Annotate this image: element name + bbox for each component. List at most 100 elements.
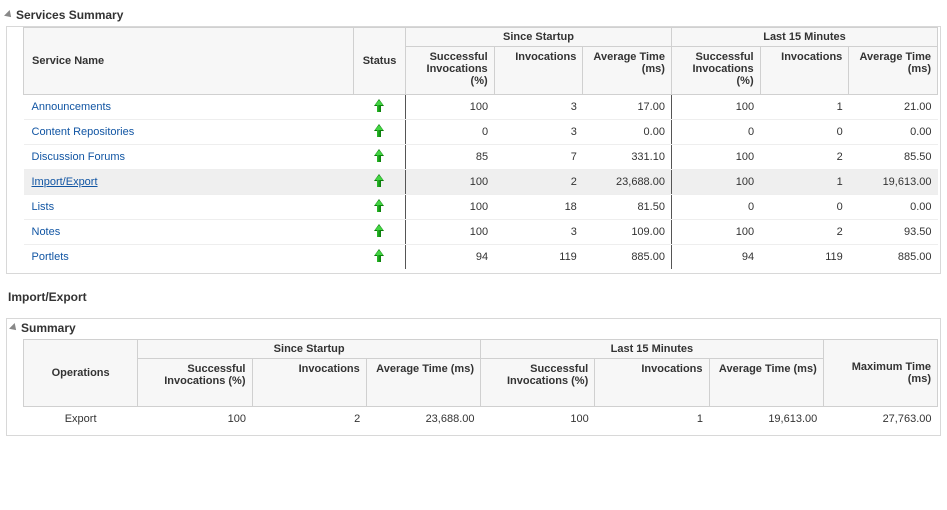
service-link[interactable]: Lists	[32, 201, 55, 213]
col-startup-success-pct: Successful Invocations (%)	[406, 47, 495, 95]
startup-avg-time: 109.00	[583, 220, 672, 245]
startup-invocations: 18	[494, 195, 583, 220]
startup-invocations: 3	[494, 120, 583, 145]
last15-invocations: 0	[760, 195, 849, 220]
col-last15-success-pct: Successful Invocations (%)	[481, 359, 595, 407]
startup-invocations: 2	[494, 170, 583, 195]
last15-avg-time: 19,613.00	[849, 170, 938, 195]
col-last15-success-pct: Successful Invocations (%)	[671, 47, 760, 95]
table-row[interactable]: Export100223,688.00100119,613.0027,763.0…	[24, 407, 938, 432]
last15-success-pct: 0	[671, 120, 760, 145]
startup-success-pct: 0	[406, 120, 495, 145]
startup-invocations: 2	[252, 407, 366, 432]
startup-avg-time: 0.00	[583, 120, 672, 145]
services-summary-panel: Service Name Status Since Startup Last 1…	[6, 26, 941, 274]
last15-invocations: 1	[760, 95, 849, 120]
col-group-last15: Last 15 Minutes	[481, 340, 824, 359]
detail-table: Operations Since Startup Last 15 Minutes…	[23, 339, 938, 431]
last15-avg-time: 19,613.00	[709, 407, 823, 432]
service-link[interactable]: Notes	[32, 226, 61, 238]
last15-invocations: 1	[595, 407, 709, 432]
last15-avg-time: 85.50	[849, 145, 938, 170]
service-link[interactable]: Discussion Forums	[32, 151, 126, 163]
col-operations: Operations	[24, 340, 138, 407]
startup-success-pct: 100	[138, 407, 252, 432]
detail-summary-title: Summary	[21, 321, 76, 335]
last15-invocations: 2	[760, 145, 849, 170]
col-startup-invocations: Invocations	[252, 359, 366, 407]
last15-invocations: 119	[760, 245, 849, 270]
startup-avg-time: 885.00	[583, 245, 672, 270]
last15-avg-time: 93.50	[849, 220, 938, 245]
table-row[interactable]: Content Repositories030.00000.00	[24, 120, 938, 145]
table-row[interactable]: Notes1003109.00100293.50	[24, 220, 938, 245]
service-link[interactable]: Announcements	[32, 101, 112, 113]
collapse-icon[interactable]	[9, 323, 19, 333]
services-summary-header: Services Summary	[6, 8, 941, 22]
last15-avg-time: 21.00	[849, 95, 938, 120]
last15-avg-time: 0.00	[849, 120, 938, 145]
status-up-icon	[374, 149, 384, 163]
startup-avg-time: 81.50	[583, 195, 672, 220]
startup-invocations: 3	[494, 95, 583, 120]
startup-invocations: 119	[494, 245, 583, 270]
table-row[interactable]: Import/Export100223,688.00100119,613.00	[24, 170, 938, 195]
last15-success-pct: 100	[671, 170, 760, 195]
last15-success-pct: 100	[671, 95, 760, 120]
services-table: Service Name Status Since Startup Last 1…	[23, 27, 938, 269]
last15-avg-time: 885.00	[849, 245, 938, 270]
last15-invocations: 2	[760, 220, 849, 245]
col-startup-invocations: Invocations	[494, 47, 583, 95]
status-up-icon	[374, 124, 384, 138]
operation-name: Export	[24, 407, 138, 432]
max-time: 27,763.00	[823, 407, 937, 432]
last15-success-pct: 0	[671, 195, 760, 220]
startup-avg-time: 17.00	[583, 95, 672, 120]
status-up-icon	[374, 224, 384, 238]
startup-success-pct: 94	[406, 245, 495, 270]
status-up-icon	[374, 199, 384, 213]
detail-title: Import/Export	[8, 290, 941, 304]
col-last15-avg-time: Average Time (ms)	[709, 359, 823, 407]
startup-success-pct: 100	[406, 220, 495, 245]
col-last15-avg-time: Average Time (ms)	[849, 47, 938, 95]
startup-avg-time: 23,688.00	[583, 170, 672, 195]
startup-avg-time: 331.10	[583, 145, 672, 170]
col-last15-invocations: Invocations	[760, 47, 849, 95]
last15-avg-time: 0.00	[849, 195, 938, 220]
startup-success-pct: 100	[406, 170, 495, 195]
table-row[interactable]: Portlets94119885.0094119885.00	[24, 245, 938, 270]
startup-invocations: 7	[494, 145, 583, 170]
col-group-startup: Since Startup	[138, 340, 481, 359]
detail-panel: Summary Operations Since Startup Last 15…	[6, 318, 941, 436]
status-up-icon	[374, 99, 384, 113]
table-row[interactable]: Discussion Forums 857331.10100285.50	[24, 145, 938, 170]
startup-success-pct: 100	[406, 95, 495, 120]
last15-invocations: 1	[760, 170, 849, 195]
col-status: Status	[354, 28, 406, 95]
col-group-last15: Last 15 Minutes	[671, 28, 937, 47]
startup-success-pct: 85	[406, 145, 495, 170]
last15-success-pct: 94	[671, 245, 760, 270]
table-row[interactable]: Announcements100317.00100121.00	[24, 95, 938, 120]
status-up-icon	[374, 174, 384, 188]
col-startup-avg-time: Average Time (ms)	[366, 359, 480, 407]
last15-success-pct: 100	[671, 145, 760, 170]
service-link[interactable]: Import/Export	[32, 176, 98, 188]
col-startup-avg-time: Average Time (ms)	[583, 47, 672, 95]
col-service-name: Service Name	[24, 28, 354, 95]
table-row[interactable]: Lists1001881.50000.00	[24, 195, 938, 220]
services-summary-title: Services Summary	[16, 8, 123, 22]
detail-summary-header: Summary	[11, 321, 940, 335]
startup-invocations: 3	[494, 220, 583, 245]
last15-invocations: 0	[760, 120, 849, 145]
service-link[interactable]: Content Repositories	[32, 126, 135, 138]
col-last15-invocations: Invocations	[595, 359, 709, 407]
col-max-time: Maximum Time (ms)	[823, 340, 937, 407]
service-link[interactable]: Portlets	[32, 251, 69, 263]
startup-success-pct: 100	[406, 195, 495, 220]
collapse-icon[interactable]	[4, 10, 14, 20]
col-group-startup: Since Startup	[406, 28, 672, 47]
status-up-icon	[374, 249, 384, 263]
last15-success-pct: 100	[481, 407, 595, 432]
